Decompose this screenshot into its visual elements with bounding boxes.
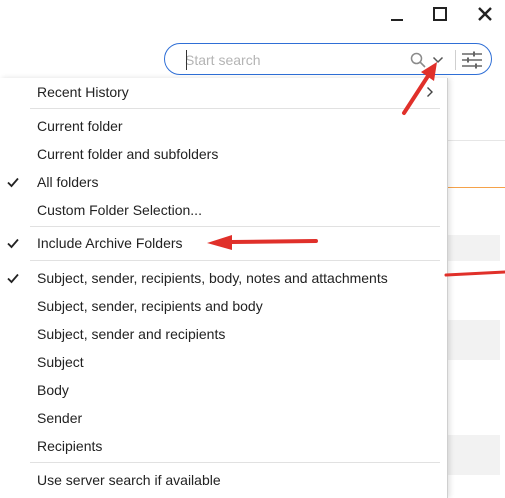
close-button[interactable] [472, 2, 498, 26]
search-options-menu: Recent History Current folder Current fo… [0, 78, 448, 498]
chevron-down-icon[interactable] [429, 51, 447, 69]
menu-item-label: Sender [37, 410, 83, 426]
search-box[interactable] [164, 43, 492, 75]
menu-item-recent-history[interactable]: Recent History [0, 78, 447, 106]
menu-item-current-folder[interactable]: Current folder [0, 112, 447, 140]
divider [455, 50, 456, 70]
checkmark-icon [7, 177, 19, 188]
menu-item-body[interactable]: Body [0, 376, 447, 404]
background-accent-line [448, 187, 505, 188]
chevron-right-icon [427, 87, 433, 97]
minimize-icon [391, 19, 403, 21]
maximize-icon [433, 7, 447, 21]
maximize-button[interactable] [427, 2, 453, 26]
checkmark-icon [7, 238, 19, 249]
app-window: Recent History Current folder Current fo… [0, 0, 505, 498]
menu-item-label: Subject [37, 354, 84, 370]
background-row [448, 235, 500, 261]
text-cursor [186, 50, 187, 70]
menu-item-label: Subject, sender, recipients and body [37, 298, 263, 314]
menu-item-label: Current folder [37, 118, 123, 134]
background-divider [448, 140, 505, 141]
menu-item-all-folders[interactable]: All folders [0, 168, 447, 196]
menu-item-label: Subject, sender, recipients, body, notes… [37, 270, 388, 286]
menu-item-custom-folder-selection[interactable]: Custom Folder Selection... [0, 196, 447, 224]
menu-separator [30, 260, 440, 261]
menu-item-sender[interactable]: Sender [0, 404, 447, 432]
menu-item-label: Recent History [37, 84, 129, 100]
menu-item-label: Custom Folder Selection... [37, 202, 202, 218]
menu-item-label: Include Archive Folders [37, 235, 183, 251]
background-row [448, 320, 500, 360]
menu-item-label: Body [37, 382, 69, 398]
menu-item-label: Current folder and subfolders [37, 146, 219, 162]
menu-item-recipients[interactable]: Recipients [0, 432, 447, 460]
annotation-line-right [444, 270, 505, 277]
menu-item-subject-sender-recipients-body[interactable]: Subject, sender, recipients and body [0, 292, 447, 320]
menu-item-label: Subject, sender and recipients [37, 326, 226, 342]
menu-item-subject[interactable]: Subject [0, 348, 447, 376]
menu-item-current-folder-and-subfolders[interactable]: Current folder and subfolders [0, 140, 447, 168]
menu-item-use-server-search[interactable]: Use server search if available [0, 466, 447, 494]
checkmark-icon [7, 273, 19, 284]
search-input[interactable] [185, 50, 395, 70]
menu-item-subject-sender-recipients[interactable]: Subject, sender and recipients [0, 320, 447, 348]
filter-settings-icon[interactable] [461, 51, 483, 69]
search-icon[interactable] [409, 51, 427, 69]
menu-item-include-archive-folders[interactable]: Include Archive Folders [0, 229, 447, 257]
menu-item-label: Recipients [37, 438, 103, 454]
menu-item-label: All folders [37, 174, 99, 190]
background-row [448, 435, 500, 475]
menu-separator [30, 108, 440, 109]
minimize-button[interactable] [384, 2, 410, 26]
menu-item-label: Use server search if available [37, 472, 221, 488]
close-icon [478, 7, 492, 21]
menu-item-search-all-fields[interactable]: Subject, sender, recipients, body, notes… [0, 264, 447, 292]
menu-separator [30, 226, 440, 227]
menu-separator [30, 462, 440, 463]
